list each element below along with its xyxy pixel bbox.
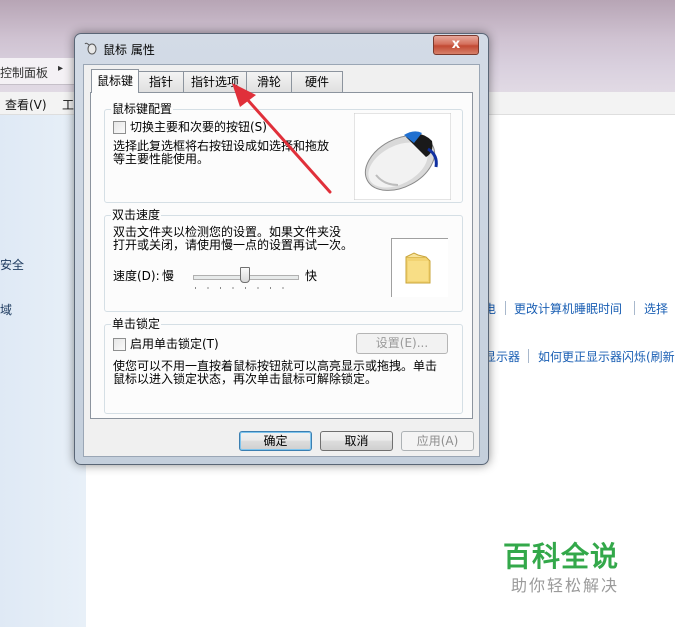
tab-buttons[interactable]: 鼠标键 — [91, 69, 139, 93]
annotation-arrow — [232, 83, 332, 194]
